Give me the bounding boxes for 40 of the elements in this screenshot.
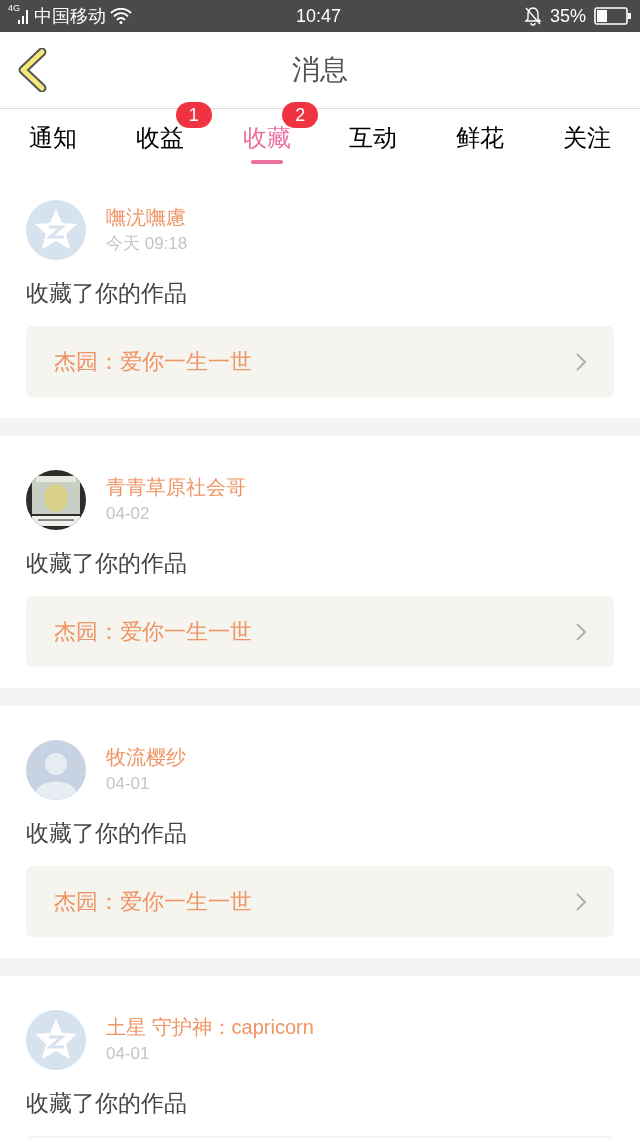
signal-icon xyxy=(18,8,30,24)
wifi-icon xyxy=(110,8,132,24)
user-name[interactable]: 牧流樱纱 xyxy=(106,744,186,770)
user-name[interactable]: 嘸沋嘸慮 xyxy=(106,204,188,230)
back-icon[interactable] xyxy=(16,48,48,92)
page-title: 消息 xyxy=(292,53,348,87)
work-link[interactable]: 杰园：爱你一生一世 xyxy=(26,596,614,667)
chevron-right-icon xyxy=(575,621,587,642)
work-title: 杰园：爱你一生一世 xyxy=(54,348,252,376)
work-title: 杰园：爱你一生一世 xyxy=(54,618,252,646)
user-name[interactable]: 青青草原社会哥 xyxy=(106,474,246,500)
tab[interactable]: 互动 xyxy=(349,109,398,166)
action-text: 收藏了你的作品 xyxy=(26,279,188,308)
message-time: 04-01 xyxy=(106,1043,151,1065)
count-badge: 2 xyxy=(282,102,319,128)
tab-underline xyxy=(250,160,283,164)
bell-off-icon xyxy=(523,6,542,26)
carrier-name: 中国移动 xyxy=(34,4,106,28)
action-text: 收藏了你的作品 xyxy=(26,819,188,848)
person-avatar-icon xyxy=(26,740,86,800)
user-name[interactable]: 土星 守护神：capricorn xyxy=(106,1014,314,1040)
message-time: 今天 09:18 xyxy=(106,233,188,255)
network-type: 4G xyxy=(8,4,20,13)
battery-icon xyxy=(594,7,632,25)
clock-time: 10:47 xyxy=(296,4,342,28)
message-time: 04-02 xyxy=(106,503,151,525)
work-link[interactable]: 杰园：爱你一生一世 xyxy=(26,326,614,397)
chevron-right-icon xyxy=(575,891,587,912)
message-time: 04-01 xyxy=(106,773,151,795)
battery-percent: 35% xyxy=(549,4,586,28)
chevron-right-icon xyxy=(575,351,587,372)
work-title: 杰园：爱你一生一世 xyxy=(54,888,252,916)
star-avatar-icon xyxy=(26,1010,86,1070)
tab[interactable]: 通知 xyxy=(29,109,78,166)
work-link[interactable]: 杰园：爱你一生一世 xyxy=(26,866,614,937)
tab[interactable]: 关注 xyxy=(562,109,611,166)
star-avatar-icon xyxy=(26,200,86,260)
tab[interactable]: 鲜花 xyxy=(456,109,504,166)
action-text: 收藏了你的作品 xyxy=(26,549,188,578)
action-text: 收藏了你的作品 xyxy=(26,1089,188,1118)
